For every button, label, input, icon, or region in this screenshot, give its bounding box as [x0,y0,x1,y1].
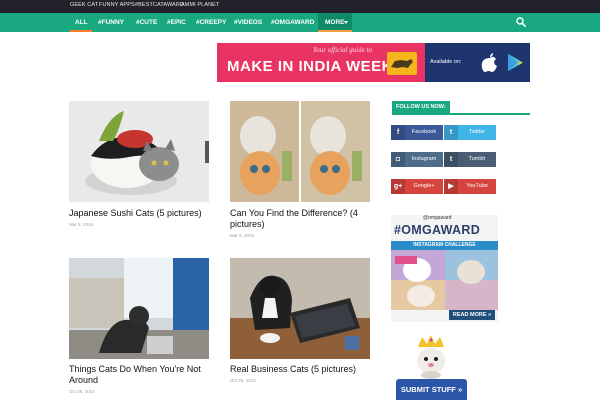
twitter-icon: t [444,125,458,140]
nav-more-indicator [318,30,352,32]
instagram-button[interactable]: ◘ Instagram [391,152,443,167]
social-label: YouTube [466,183,488,189]
nav-item-cute[interactable]: #CUTE [136,13,157,32]
google-plus-button[interactable]: g+ Google+ [391,179,443,194]
social-label: Facebook [411,129,437,135]
promo-subtitle: INSTAGRAM CHALLENGE [413,242,476,248]
nav-item-creepy[interactable]: #CREEPY [196,13,226,32]
post-title[interactable]: Things Cats Do When You're Not Around [69,364,214,386]
banner-headline: MAKE IN INDIA WEEK [227,58,393,75]
social-label: Google+ [413,183,435,189]
follow-us-heading: FOLLOW US NOW: [392,101,450,113]
nav-item-epic[interactable]: #EPIC [167,13,186,32]
post-image-sushi-cats[interactable] [69,101,209,202]
post-date: Oct 26, 2014 [69,389,95,394]
social-label: Twitter [468,129,486,135]
nav-active-indicator [70,30,92,32]
nav-item-omgaward[interactable]: #OMGAWARD [271,13,314,32]
banner-store-panel: Available on: [425,43,530,82]
post-title[interactable]: Japanese Sushi Cats (5 pictures) [69,208,214,219]
follow-divider [392,113,530,115]
nav-item-funny[interactable]: #FUNNY [98,13,124,32]
topbar-link-funny-apps[interactable]: FUNNY APPS [99,2,135,8]
twitter-button[interactable]: t Twitter [444,125,496,140]
post-image-cats-not-around[interactable] [69,258,209,359]
social-label: Instagram [411,156,437,162]
crowned-cat-mascot-icon [417,335,445,379]
apple-icon[interactable] [481,53,499,73]
banner-available-label: Available on: [430,59,462,65]
promo-title: #OMGAWARD [394,223,481,237]
promo-handle: @omgaward [423,215,452,221]
topbar-link-bestcataward[interactable]: #BESTCATAWARD [135,2,184,8]
chevron-down-icon [344,21,348,24]
promo-collage [391,250,498,310]
post-title[interactable]: Real Business Cats (5 pictures) [230,364,375,375]
lion-logo-icon [387,52,417,75]
youtube-button[interactable]: ▶ YouTube [444,179,496,194]
instagram-icon: ◘ [391,152,405,167]
post-date: Mar 9, 2015 [69,222,94,227]
social-label: Tumblr [468,156,486,162]
youtube-icon: ▶ [444,179,458,194]
facebook-icon: f [391,125,405,140]
post-image-business-cats[interactable] [230,258,370,359]
post-image-find-difference[interactable] [230,101,370,202]
facebook-button[interactable]: f Facebook [391,125,443,140]
post-title[interactable]: Can You Find the Difference? (4 pictures… [230,208,375,230]
submit-stuff-button[interactable]: SUBMIT STUFF » [396,379,467,400]
tumblr-icon: t [444,152,458,167]
google-play-icon[interactable] [507,53,524,72]
post-date: Mar 9, 2015 [230,233,255,238]
banner-tagline: Your official guide to [313,46,373,54]
nav-item-videos[interactable]: #VIDEOS [234,13,262,32]
tumblr-button[interactable]: t Tumblr [444,152,496,167]
ad-banner[interactable]: Your official guide to MAKE IN INDIA WEE… [217,43,530,82]
topbar-link-geek-cat[interactable]: GEEK CAT [70,2,98,8]
top-bar: GEEK CAT FUNNY APPS #BESTCATAWARD AMMI P… [0,0,600,13]
omgaward-promo[interactable]: @omgaward #OMGAWARD INSTAGRAM CHALLENGE … [391,215,498,322]
read-more-button[interactable]: READ MORE » [449,310,495,320]
search-icon[interactable] [516,17,526,27]
post-date: Oct 26, 2014 [230,378,256,383]
topbar-link-ammi-planet[interactable]: AMMI PLANET [181,2,219,8]
google-plus-icon: g+ [391,179,405,194]
